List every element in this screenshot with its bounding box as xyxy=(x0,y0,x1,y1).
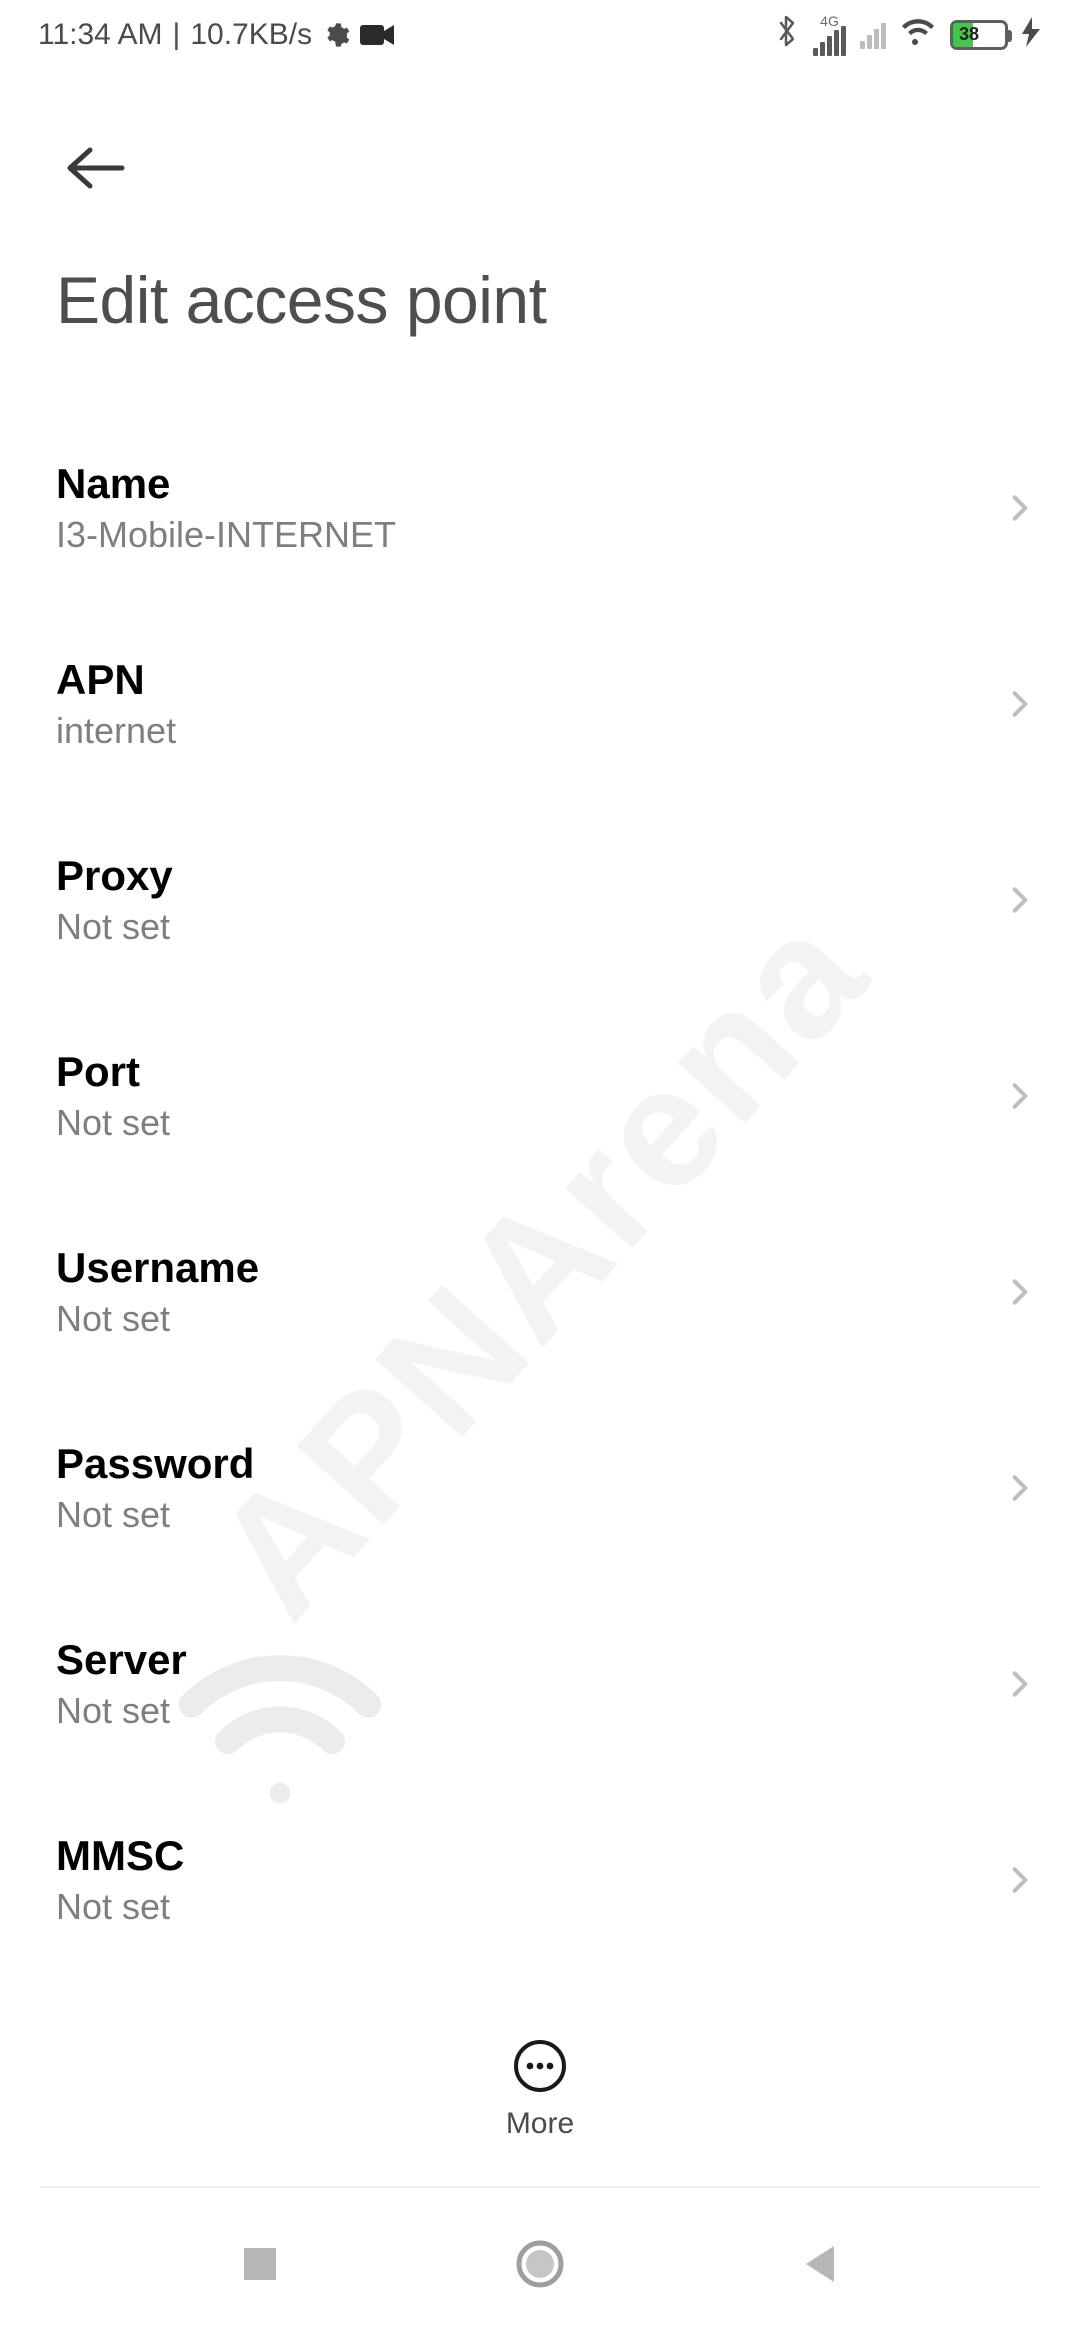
triangle-left-icon xyxy=(800,2242,840,2286)
chevron-right-icon xyxy=(1004,1276,1036,1308)
more-label: More xyxy=(506,2107,574,2141)
camera-icon xyxy=(360,23,394,47)
setting-value: I3-Mobile-INTERNET xyxy=(56,514,980,556)
setting-row-port[interactable]: Port Not set xyxy=(0,998,1080,1194)
bluetooth-icon xyxy=(775,14,799,56)
setting-label: Port xyxy=(56,1048,980,1096)
arrow-left-icon xyxy=(64,144,128,192)
setting-label: Proxy xyxy=(56,852,980,900)
circle-icon xyxy=(515,2239,565,2289)
bottom-bar: More xyxy=(0,1992,1080,2188)
wifi-icon xyxy=(900,16,936,54)
gear-icon xyxy=(322,21,350,49)
setting-value: internet xyxy=(56,710,980,752)
battery-pct: 38 xyxy=(959,24,979,45)
setting-value: Not set xyxy=(56,1690,980,1732)
setting-row-mms-proxy[interactable]: MMS proxy Not set xyxy=(0,1978,1080,1992)
status-bar: 11:34 AM | 10.7KB/s 4G 38 xyxy=(0,0,1080,70)
nav-home-button[interactable] xyxy=(512,2236,568,2292)
setting-row-name[interactable]: Name I3-Mobile-INTERNET xyxy=(0,410,1080,606)
back-button[interactable] xyxy=(56,128,136,208)
chevron-right-icon xyxy=(1004,492,1036,524)
square-icon xyxy=(240,2244,280,2284)
setting-row-username[interactable]: Username Not set xyxy=(0,1194,1080,1390)
setting-label: Username xyxy=(56,1244,980,1292)
chevron-right-icon xyxy=(1004,1080,1036,1112)
setting-value: Not set xyxy=(56,1102,980,1144)
network-type-label: 4G xyxy=(820,14,839,28)
setting-label: Password xyxy=(56,1440,980,1488)
page-title: Edit access point xyxy=(56,262,546,338)
status-time: 11:34 AM xyxy=(38,18,163,52)
nav-recent-button[interactable] xyxy=(232,2236,288,2292)
chevron-right-icon xyxy=(1004,1472,1036,1504)
setting-row-password[interactable]: Password Not set xyxy=(0,1390,1080,1586)
nav-back-button[interactable] xyxy=(792,2236,848,2292)
charging-bolt-icon xyxy=(1022,17,1040,54)
setting-row-mmsc[interactable]: MMSC Not set xyxy=(0,1782,1080,1978)
setting-value: Not set xyxy=(56,906,980,948)
battery-icon: 38 xyxy=(950,20,1008,50)
setting-label: MMSC xyxy=(56,1832,980,1880)
setting-label: Name xyxy=(56,460,980,508)
setting-label: APN xyxy=(56,656,980,704)
ellipsis-circle-icon xyxy=(513,2039,567,2093)
status-separator: | xyxy=(173,18,181,52)
chevron-right-icon xyxy=(1004,1864,1036,1896)
setting-label: Server xyxy=(56,1636,980,1684)
setting-row-server[interactable]: Server Not set xyxy=(0,1586,1080,1782)
signal-sim2-icon xyxy=(860,21,886,49)
more-button[interactable]: More xyxy=(506,2039,574,2141)
chevron-right-icon xyxy=(1004,884,1036,916)
system-nav-bar xyxy=(0,2188,1080,2340)
chevron-right-icon xyxy=(1004,1668,1036,1700)
signal-sim1-icon xyxy=(813,28,846,56)
chevron-right-icon xyxy=(1004,688,1036,720)
setting-row-proxy[interactable]: Proxy Not set xyxy=(0,802,1080,998)
setting-value: Not set xyxy=(56,1886,980,1928)
setting-value: Not set xyxy=(56,1298,980,1340)
setting-row-apn[interactable]: APN internet xyxy=(0,606,1080,802)
status-net-speed: 10.7KB/s xyxy=(190,18,312,52)
setting-value: Not set xyxy=(56,1494,980,1536)
settings-list: Name I3-Mobile-INTERNET APN internet Pro… xyxy=(0,410,1080,1992)
